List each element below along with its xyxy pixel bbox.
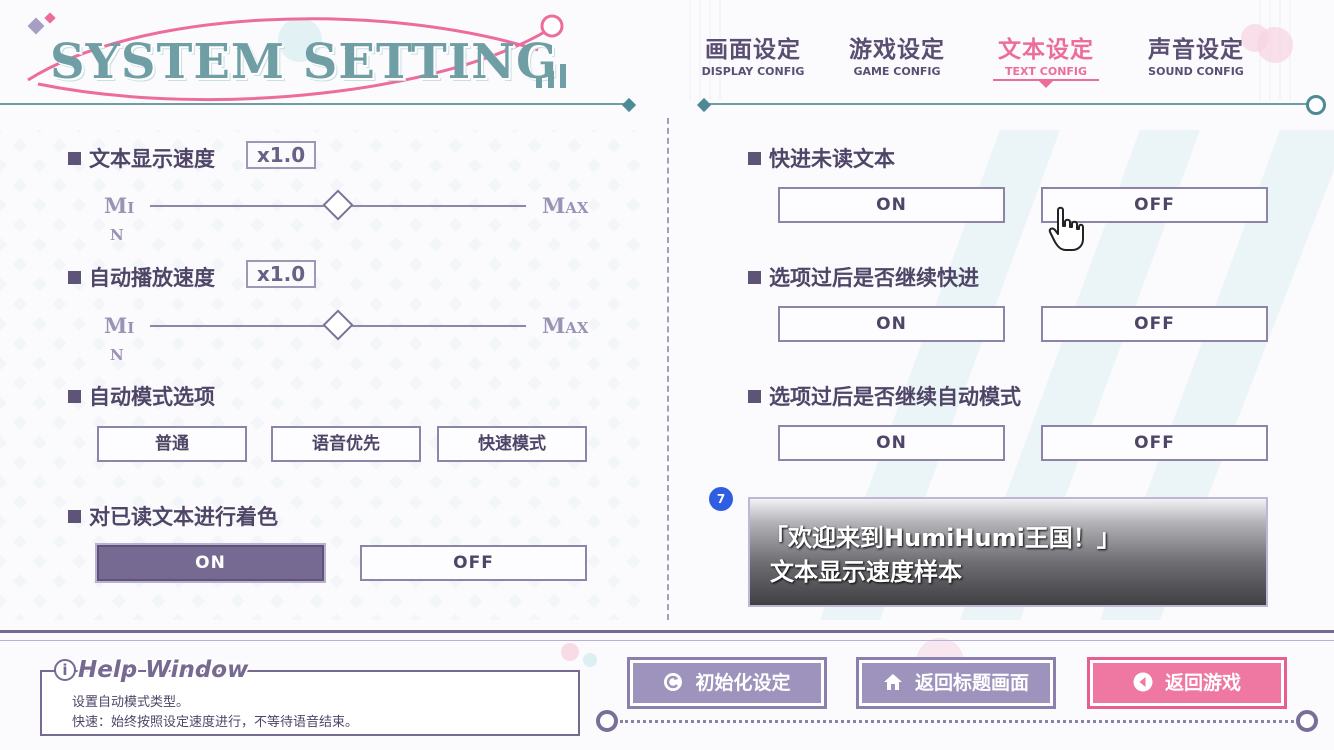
text-speed-value: x1.0 (246, 141, 316, 169)
help-text-line-1: 设置自动模式类型。 (72, 695, 190, 710)
section-label: 快进未读文本 (769, 147, 895, 171)
continue-skip-on-button[interactable]: ON (778, 306, 1005, 342)
section-continue-skip: 选项过后是否继续快进 (748, 262, 979, 292)
continue-auto-off-button[interactable]: OFF (1041, 425, 1268, 461)
reset-button-label: 初始化设定 (695, 672, 791, 694)
header-divider-left (0, 103, 628, 105)
auto-mode-voice-priority-button[interactable]: 语音优先 (271, 426, 421, 462)
tab-display-config[interactable]: 画面设定 DISPLAY CONFIG (690, 30, 816, 78)
tab-label: 文本设定 (998, 37, 1094, 63)
slider-min-label: MI (104, 193, 135, 218)
slider-max-label: MAX (542, 313, 589, 338)
divider-diamond (621, 97, 637, 113)
section-color-read-text: 对已读文本进行着色 (68, 501, 278, 531)
divider-ring (1306, 95, 1326, 115)
preview-line-2: 文本显示速度样本 (770, 558, 962, 586)
color-read-off-button[interactable]: OFF (360, 545, 587, 581)
section-label: 选项过后是否继续快进 (769, 266, 979, 290)
section-continue-auto: 选项过后是否继续自动模式 (748, 381, 1021, 411)
footer-ring-right (1296, 710, 1318, 732)
footer-dotted-line (620, 720, 1300, 723)
section-label: 自动模式选项 (89, 385, 215, 409)
footer-divider (0, 630, 1334, 633)
skip-unread-on-button[interactable]: ON (778, 187, 1005, 223)
tab-label: 画面设定 (705, 37, 801, 63)
color-read-on-button[interactable]: ON (97, 545, 324, 581)
tab-text-config[interactable]: 文本设定 TEXT CONFIG (983, 30, 1109, 88)
section-text-speed: 文本显示速度 (68, 143, 215, 173)
home-icon (883, 674, 902, 690)
section-label: 选项过后是否继续自动模式 (769, 385, 1021, 409)
tab-sound-config[interactable]: 声音设定 SOUND CONFIG (1133, 30, 1259, 78)
slider-min-label-n: N (110, 346, 124, 364)
tab-label: 声音设定 (1148, 37, 1244, 63)
help-window-title: i Help Window (54, 657, 248, 683)
continue-skip-off-button[interactable]: OFF (1041, 306, 1268, 342)
return-title-button[interactable]: 返回标题画面 (856, 657, 1056, 709)
slider-min-label-n: N (110, 226, 124, 244)
info-icon: i (54, 659, 76, 681)
header: SYSTEM SETTING 画面设定 DISPLAY CONFIG 游戏设定 … (0, 0, 1334, 104)
auto-mode-normal-button[interactable]: 普通 (97, 426, 247, 462)
tab-game-config[interactable]: 游戏设定 GAME CONFIG (834, 30, 960, 78)
footer-divider-thin (0, 640, 1334, 641)
section-auto-mode: 自动模式选项 (68, 381, 215, 411)
footer-ring-left (596, 710, 618, 732)
reset-settings-button[interactable]: 初始化设定 (627, 657, 827, 709)
tab-sublabel: GAME CONFIG (853, 65, 941, 78)
tab-sublabel: TEXT CONFIG (993, 65, 1099, 81)
active-tab-caret (1038, 80, 1054, 88)
slider-max-label: MAX (542, 193, 589, 218)
column-divider (667, 118, 669, 620)
tab-sublabel: SOUND CONFIG (1148, 65, 1244, 78)
section-label: 自动播放速度 (89, 266, 215, 290)
text-speed-slider-knob[interactable] (322, 189, 354, 221)
return-title-label: 返回标题画面 (914, 672, 1029, 694)
divider-diamond (696, 97, 712, 113)
section-label: 对已读文本进行着色 (89, 505, 278, 529)
return-game-button[interactable]: 返回游戏 (1087, 657, 1287, 709)
help-title-text: Help Window (78, 657, 249, 683)
auto-speed-slider-knob[interactable] (322, 309, 354, 341)
section-auto-speed: 自动播放速度 (68, 262, 215, 292)
continue-auto-on-button[interactable]: ON (778, 425, 1005, 461)
slider-min-label: MI (104, 313, 135, 338)
section-skip-unread: 快进未读文本 (748, 143, 895, 173)
back-arrow-icon (1133, 672, 1153, 692)
help-text-line-2: 快速：始终按照设定速度进行，不等待语音结束。 (72, 715, 359, 730)
header-divider-right (704, 103, 1310, 105)
tab-label: 游戏设定 (849, 37, 945, 63)
preview-line-1: 「欢迎来到HumiHumi王国！」 (764, 524, 1121, 552)
auto-speed-value: x1.0 (246, 260, 316, 288)
notification-badge: 7 (709, 487, 733, 511)
system-setting-logo: SYSTEM SETTING (27, 12, 580, 102)
section-label: 文本显示速度 (89, 147, 215, 171)
return-game-label: 返回游戏 (1164, 672, 1241, 694)
tab-sublabel: DISPLAY CONFIG (701, 65, 805, 78)
hand-cursor-icon (1048, 206, 1084, 251)
text-speed-preview: 「欢迎来到HumiHumi王国！」 文本显示速度样本 (748, 497, 1268, 607)
logo-text: SYSTEM SETTING (50, 34, 559, 90)
auto-mode-fast-button[interactable]: 快速模式 (437, 426, 587, 462)
reset-icon (664, 673, 683, 691)
signal-bars-icon (536, 64, 566, 88)
